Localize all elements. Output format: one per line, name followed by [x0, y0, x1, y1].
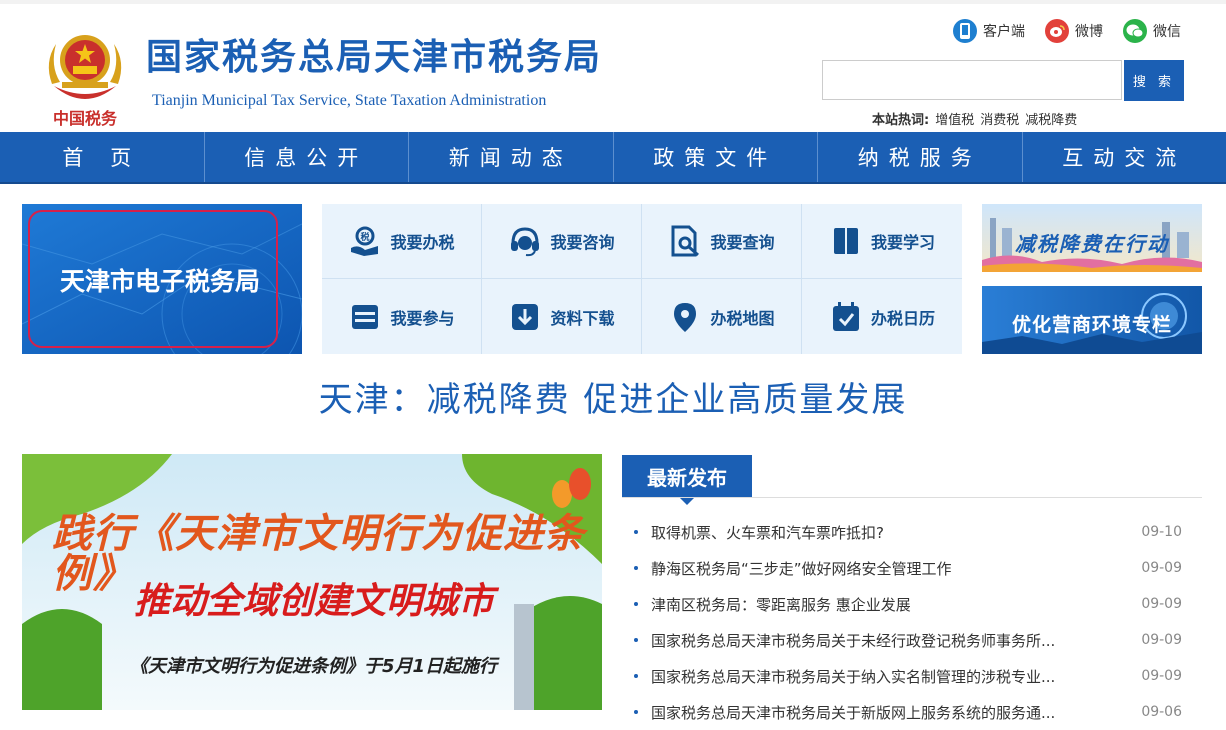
site-subtitle: Tianjin Municipal Tax Service, State Tax…	[152, 93, 546, 109]
book-icon	[829, 224, 863, 258]
service-calendar-label: 办税日历	[871, 305, 935, 329]
news-item[interactable]: 国家税务总局天津市税务局关于未经行政登记税务师事务所... 09-09	[634, 622, 1182, 658]
tax-emblem-logo: 中国税务	[40, 22, 130, 130]
search-input[interactable]	[822, 60, 1122, 100]
top-border	[0, 0, 1226, 4]
service-map[interactable]: 办税地图	[642, 279, 802, 354]
emblem-text: 中国税务	[53, 109, 118, 128]
service-download[interactable]: 资料下载	[482, 279, 642, 354]
news-date: 09-09	[1141, 560, 1182, 576]
map-pin-icon	[668, 300, 702, 334]
news-date: 09-10	[1141, 524, 1182, 540]
service-participate[interactable]: 我要参与	[322, 279, 482, 354]
tab-pointer	[679, 497, 695, 505]
news-date: 09-09	[1141, 668, 1182, 684]
mobile-client-icon	[953, 19, 977, 43]
banner-tax-reduction[interactable]: 减税降费在行动	[982, 204, 1202, 272]
client-app-label: 客户端	[983, 21, 1025, 41]
news-title: 国家税务总局天津市税务局关于未经行政登记税务师事务所...	[651, 630, 1055, 651]
news-title: 静海区税务局“三步走”做好网络安全管理工作	[651, 558, 952, 579]
weibo-label: 微博	[1075, 21, 1103, 41]
tab-latest-news-label: 最新发布	[647, 462, 727, 491]
nav-item-interaction[interactable]: 互动交流	[1022, 132, 1226, 182]
hot-keyword-vat[interactable]: 增值税	[935, 109, 974, 128]
headset-icon	[508, 224, 542, 258]
news-date: 09-06	[1141, 704, 1182, 720]
service-grid: 税 我要办税 我要咨询 我要查询 我要学习 我要参与 资料下载 办税地图 办税日…	[322, 204, 962, 354]
news-date: 09-09	[1141, 596, 1182, 612]
service-map-label: 办税地图	[710, 305, 774, 329]
news-item[interactable]: 国家税务总局天津市税务局关于新版网上服务系统的服务通... 09-06	[634, 694, 1182, 730]
banner-business-environment-label: 优化营商环境专栏	[982, 310, 1202, 337]
promo-line-3: 《天津市文明行为促进条例》于5月1日起施行	[130, 652, 497, 678]
promo-line-2: 推动全域创建文明城市	[134, 584, 494, 620]
hot-keyword-consumption-tax[interactable]: 消费税	[980, 109, 1019, 128]
news-date: 09-09	[1141, 632, 1182, 648]
wechat-link[interactable]: 微信	[1123, 18, 1181, 44]
e-tax-bureau-entry[interactable]: 天津市电子税务局	[22, 204, 302, 354]
news-divider	[622, 497, 1202, 498]
nav-item-home[interactable]: 首 页	[0, 132, 204, 182]
bullet-icon	[634, 674, 638, 678]
tax-handling-icon: 税	[348, 224, 382, 258]
service-query-label: 我要查询	[710, 229, 774, 253]
news-item[interactable]: 津南区税务局：零距离服务 惠企业发展 09-09	[634, 586, 1182, 622]
service-tax-handling-label: 我要办税	[390, 229, 454, 253]
headline-link[interactable]: 天津：减税降费 促进企业高质量发展	[0, 382, 1226, 419]
service-participate-label: 我要参与	[390, 305, 454, 329]
main-nav: 首 页 信息公开 新闻动态 政策文件 纳税服务 互动交流	[0, 132, 1226, 184]
nav-item-policies[interactable]: 政策文件	[613, 132, 818, 182]
wechat-label: 微信	[1153, 21, 1181, 41]
svg-text:税: 税	[361, 231, 370, 243]
bullet-icon	[634, 638, 638, 642]
service-calendar[interactable]: 办税日历	[802, 279, 962, 354]
nav-item-info-disclosure[interactable]: 信息公开	[204, 132, 409, 182]
service-download-label: 资料下载	[550, 305, 614, 329]
news-item[interactable]: 国家税务总局天津市税务局关于纳入实名制管理的涉税专业... 09-09	[634, 658, 1182, 694]
news-title: 取得机票、火车票和汽车票咋抵扣?	[651, 522, 884, 543]
promo-banner[interactable]: 践行《天津市文明行为促进条例》 推动全域创建文明城市 《天津市文明行为促进条例》…	[22, 454, 602, 710]
hot-keyword-tax-reduction[interactable]: 减税降费	[1025, 109, 1077, 128]
nav-item-tax-services[interactable]: 纳税服务	[817, 132, 1022, 182]
hot-keywords: 本站热词: 增值税 消费税 减税降费	[872, 109, 1077, 128]
news-title: 津南区税务局：零距离服务 惠企业发展	[651, 594, 911, 615]
site-title[interactable]: 国家税务总局天津市税务局	[146, 40, 602, 76]
search-button[interactable]: 搜 索	[1124, 60, 1184, 101]
service-consult[interactable]: 我要咨询	[482, 204, 642, 279]
client-app-link[interactable]: 客户端	[953, 18, 1025, 44]
calendar-icon	[829, 300, 863, 334]
news-title: 国家税务总局天津市税务局关于新版网上服务系统的服务通...	[651, 702, 1055, 723]
news-title: 国家税务总局天津市税务局关于纳入实名制管理的涉税专业...	[651, 666, 1055, 687]
service-learn-label: 我要学习	[871, 229, 935, 253]
bullet-icon	[634, 530, 638, 534]
weibo-link[interactable]: 微博	[1045, 18, 1103, 44]
bullet-icon	[634, 602, 638, 606]
service-consult-label: 我要咨询	[550, 229, 614, 253]
hot-keywords-label: 本站热词:	[872, 109, 929, 128]
tab-latest-news[interactable]: 最新发布	[622, 455, 752, 497]
bullet-icon	[634, 710, 638, 714]
news-item[interactable]: 静海区税务局“三步走”做好网络安全管理工作 09-09	[634, 550, 1182, 586]
news-list: 取得机票、火车票和汽车票咋抵扣? 09-10 静海区税务局“三步走”做好网络安全管…	[634, 514, 1182, 730]
document-search-icon	[668, 224, 702, 258]
banner-business-environment[interactable]: 优化营商环境专栏	[982, 286, 1202, 354]
e-tax-label: 天津市电子税务局	[22, 262, 298, 298]
weibo-icon	[1045, 19, 1069, 43]
service-query[interactable]: 我要查询	[642, 204, 802, 279]
inbox-icon	[348, 300, 382, 334]
service-tax-handling[interactable]: 税 我要办税	[322, 204, 482, 279]
wechat-icon	[1123, 19, 1147, 43]
banner-tax-reduction-label: 减税降费在行动	[982, 228, 1202, 257]
bullet-icon	[634, 566, 638, 570]
service-learn[interactable]: 我要学习	[802, 204, 962, 279]
download-icon	[508, 300, 542, 334]
news-item[interactable]: 取得机票、火车票和汽车票咋抵扣? 09-10	[634, 514, 1182, 550]
nav-item-news[interactable]: 新闻动态	[408, 132, 613, 182]
